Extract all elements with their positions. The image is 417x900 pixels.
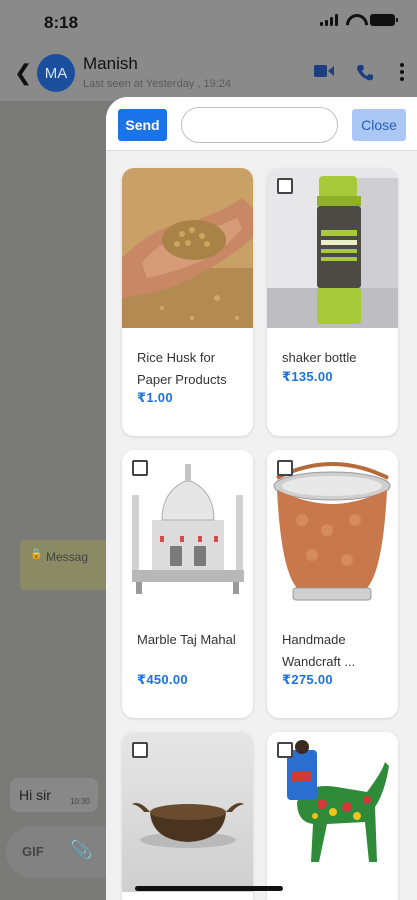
product-price: ₹1.00 — [137, 390, 173, 405]
product-card[interactable]: Marble Taj Mahal ₹450.00 — [122, 450, 253, 718]
battery-icon — [370, 14, 398, 26]
product-price: ₹135.00 — [282, 369, 333, 384]
close-button[interactable]: Close — [352, 109, 406, 141]
send-button[interactable]: Send — [118, 109, 167, 141]
video-call-icon[interactable] — [314, 64, 334, 83]
status-icons — [320, 14, 398, 26]
product-card[interactable] — [122, 732, 253, 900]
back-chevron-icon[interactable]: ❮ — [14, 62, 32, 84]
product-checkbox[interactable] — [277, 742, 293, 758]
status-time: 8:18 — [44, 13, 79, 32]
more-vert-icon[interactable] — [400, 63, 404, 86]
product-name: shaker bottle — [282, 350, 357, 365]
avatar[interactable]: MA — [37, 54, 75, 92]
product-name: Rice Husk for Paper Products — [137, 350, 227, 387]
product-card[interactable]: Handmade Wandcraft ... ₹275.00 — [267, 450, 398, 718]
message-bubble[interactable]: Hi sir 10:30 — [10, 778, 98, 812]
product-card[interactable]: Rice Husk for Paper Products ₹1.00 — [122, 168, 253, 436]
signal-icon — [320, 14, 338, 26]
product-checkbox[interactable] — [277, 460, 293, 476]
product-name: Handmade Wandcraft ... — [282, 632, 356, 669]
search-input[interactable] — [181, 107, 338, 143]
product-name: Marble Taj Mahal — [137, 632, 236, 647]
last-seen-text: Last seen at Yesterday , 19:24 — [83, 78, 232, 90]
attachment-icon[interactable]: 📎 — [70, 840, 92, 861]
chat-header: ❮ MA Manish Last seen at Yesterday , 19:… — [0, 46, 417, 102]
product-checkbox[interactable] — [132, 742, 148, 758]
wifi-icon — [346, 14, 362, 26]
home-indicator — [135, 886, 283, 891]
product-price: ₹450.00 — [137, 672, 188, 687]
phone-icon[interactable] — [356, 64, 374, 87]
product-card[interactable] — [267, 732, 398, 900]
product-image — [122, 168, 253, 328]
product-checkbox[interactable] — [277, 178, 293, 194]
system-message-text: Messag — [46, 550, 89, 564]
product-picker-panel: Send Close Rice Husk for Paper Products … — [106, 97, 417, 900]
contact-name: Manish — [83, 54, 138, 73]
bubble-time: 10:30 — [69, 797, 90, 806]
status-bar: 8:18 — [0, 0, 417, 46]
bubble-text: Hi sir — [19, 787, 51, 803]
gif-button[interactable]: GIF — [22, 844, 44, 859]
lock-icon: 🔒 — [30, 549, 43, 560]
picker-toolbar: Send Close — [106, 97, 417, 151]
product-checkbox[interactable] — [132, 460, 148, 476]
product-price: ₹275.00 — [282, 672, 333, 687]
product-grid: Rice Husk for Paper Products ₹1.00 shake… — [106, 151, 417, 900]
product-card[interactable]: shaker bottle ₹135.00 — [267, 168, 398, 436]
